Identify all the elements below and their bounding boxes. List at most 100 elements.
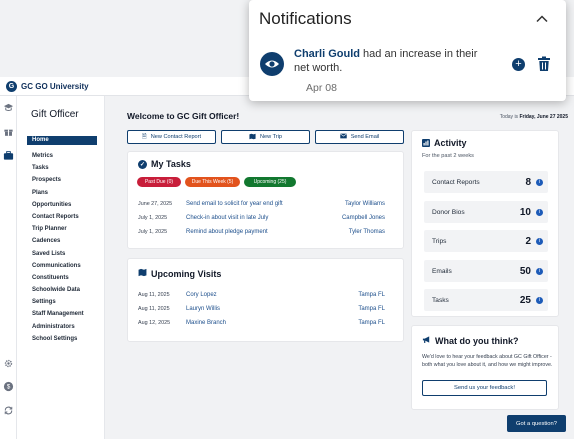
sidebar-item-home[interactable]: Home bbox=[27, 136, 97, 145]
activity-label: Tasks bbox=[432, 296, 449, 304]
info-icon[interactable]: i bbox=[536, 208, 543, 216]
plus-icon[interactable]: + bbox=[512, 58, 525, 71]
visit-name-link[interactable]: Lauryn Willis bbox=[186, 306, 358, 312]
activity-emails[interactable]: Emails 50 i bbox=[424, 260, 548, 282]
upcoming-visits-card: Upcoming Visits Aug 11, 2025 Cory Lopez … bbox=[127, 258, 404, 342]
activity-value: 50 bbox=[519, 265, 531, 277]
info-icon[interactable]: i bbox=[536, 296, 543, 304]
filter-past-due[interactable]: Past Due (0) bbox=[137, 177, 181, 187]
table-row[interactable]: Aug 12, 2025 Maxine Branch Tampa FL bbox=[138, 316, 385, 330]
sidebar-item-saved-lists[interactable]: Saved Lists bbox=[27, 248, 97, 260]
visit-date: Aug 11, 2025 bbox=[138, 292, 170, 298]
sidebar-item-settings[interactable]: Settings bbox=[27, 296, 97, 308]
activity-card: Activity For the past 2 weeks Contact Re… bbox=[411, 130, 559, 317]
filter-due-this-week[interactable]: Due This Week (5) bbox=[185, 177, 240, 187]
svg-text:$: $ bbox=[7, 384, 11, 391]
activity-label: Trips bbox=[432, 237, 447, 245]
settings-icon[interactable] bbox=[3, 358, 14, 369]
gift-icon[interactable] bbox=[3, 126, 14, 137]
chart-icon bbox=[422, 139, 430, 147]
visit-date: Aug 11, 2025 bbox=[138, 306, 170, 312]
info-icon[interactable]: i bbox=[536, 267, 543, 275]
sidebar-item-staff-management[interactable]: Staff Management bbox=[27, 308, 97, 320]
visit-location-link[interactable]: Tampa FL bbox=[358, 306, 385, 312]
new-trip-button[interactable]: New Trip bbox=[221, 130, 310, 144]
sidebar-item-tasks[interactable]: Tasks bbox=[27, 162, 97, 174]
sidebar-item-trip-planner[interactable]: Trip Planner bbox=[27, 223, 97, 235]
today-prefix: Today is bbox=[499, 114, 519, 120]
upcoming-visits-title: Upcoming Visits bbox=[151, 268, 222, 279]
task-link[interactable]: Check-in about visit in late July bbox=[186, 215, 342, 221]
got-a-question-button[interactable]: Got a question? bbox=[507, 415, 566, 432]
chevron-up-icon[interactable] bbox=[535, 12, 549, 26]
dollar-icon[interactable]: $ bbox=[3, 381, 14, 392]
upcoming-visits-header: Upcoming Visits bbox=[138, 268, 221, 279]
today-date: Today is Friday, June 27 2025 bbox=[500, 114, 568, 120]
activity-trips[interactable]: Trips 2 i bbox=[424, 230, 548, 252]
sidebar-item-contact-reports[interactable]: Contact Reports bbox=[27, 211, 97, 223]
activity-label: Donor Bios bbox=[432, 208, 465, 216]
feedback-header: What do you think? bbox=[422, 335, 519, 346]
send-feedback-button[interactable]: Send us your feedback! bbox=[422, 380, 547, 396]
activity-tasks[interactable]: Tasks 25 i bbox=[424, 289, 548, 311]
send-email-label: Send Email bbox=[350, 134, 380, 140]
table-row[interactable]: Aug 11, 2025 Cory Lopez Tampa FL bbox=[138, 288, 385, 302]
sidebar-item-opportunities[interactable]: Opportunities bbox=[27, 199, 97, 211]
table-row[interactable]: July 1, 2025 Check-in about visit in lat… bbox=[138, 211, 385, 225]
notification-date: Apr 08 bbox=[306, 82, 337, 94]
sidebar-item-schoolwide-data[interactable]: Schoolwide Data bbox=[27, 284, 97, 296]
visit-location-link[interactable]: Tampa FL bbox=[358, 292, 385, 298]
activity-title: Activity bbox=[434, 138, 467, 148]
sidebar-item-administrators[interactable]: Administrators bbox=[27, 321, 97, 333]
new-contact-report-button[interactable]: 🗎 New Contact Report bbox=[127, 130, 216, 144]
sidebar-item-constituents[interactable]: Constituents bbox=[27, 272, 97, 284]
icon-rail: $ bbox=[0, 96, 17, 439]
table-row[interactable]: July 1, 2025 Remind about pledge payment… bbox=[138, 225, 385, 239]
today-date-value: Friday, June 27 2025 bbox=[519, 114, 568, 120]
main-content: Welcome to GC Gift Officer! Today is Fri… bbox=[105, 96, 574, 439]
visit-name-link[interactable]: Cory Lopez bbox=[186, 292, 358, 298]
notification-message[interactable]: Charli Gould had an increase in their ne… bbox=[294, 47, 494, 75]
sidebar-item-communications[interactable]: Communications bbox=[27, 260, 97, 272]
activity-header: Activity bbox=[422, 138, 467, 148]
activity-subtitle: For the past 2 weeks bbox=[422, 153, 474, 159]
sidebar-item-plans[interactable]: Plans bbox=[27, 187, 97, 199]
info-icon[interactable]: i bbox=[536, 178, 543, 186]
graduation-cap-icon[interactable] bbox=[3, 102, 14, 113]
sidebar-item-cadences[interactable]: Cadences bbox=[27, 235, 97, 247]
feedback-card: What do you think? We'd love to hear you… bbox=[411, 325, 559, 410]
sidebar-title: Gift Officer bbox=[31, 109, 79, 120]
visit-location-link[interactable]: Tampa FL bbox=[358, 320, 385, 326]
visit-name-link[interactable]: Maxine Branch bbox=[186, 320, 358, 326]
send-email-button[interactable]: Send Email bbox=[315, 130, 404, 144]
task-date: June 27, 2025 bbox=[138, 201, 173, 207]
map-icon bbox=[138, 268, 147, 279]
sidebar-item-prospects[interactable]: Prospects bbox=[27, 174, 97, 186]
activity-contact-reports[interactable]: Contact Reports 8 i bbox=[424, 171, 548, 193]
eye-icon bbox=[260, 52, 284, 76]
task-date: July 1, 2025 bbox=[138, 215, 168, 221]
my-tasks-header: ✓ My Tasks bbox=[138, 159, 191, 169]
briefcase-icon[interactable] bbox=[3, 150, 14, 161]
info-icon[interactable]: i bbox=[536, 237, 543, 245]
task-constituent-link[interactable]: Taylor Williams bbox=[345, 201, 385, 207]
sidebar-item-metrics[interactable]: Metrics bbox=[27, 150, 97, 162]
activity-donor-bios[interactable]: Donor Bios 10 i bbox=[424, 201, 548, 223]
task-constituent-link[interactable]: Campbell Jones bbox=[342, 215, 385, 221]
task-link[interactable]: Remind about pledge payment bbox=[186, 229, 349, 235]
trash-icon[interactable] bbox=[537, 56, 551, 72]
activity-value: 10 bbox=[519, 206, 531, 218]
activity-label: Emails bbox=[432, 267, 452, 275]
task-constituent-link[interactable]: Tyler Thomas bbox=[349, 229, 385, 235]
sidebar-item-school-settings[interactable]: School Settings bbox=[27, 333, 97, 345]
filter-upcoming[interactable]: Upcoming (25) bbox=[244, 177, 296, 187]
table-row[interactable]: June 27, 2025 Send email to solicit for … bbox=[138, 197, 385, 211]
activity-value: 25 bbox=[519, 294, 531, 306]
sync-icon[interactable] bbox=[3, 405, 14, 416]
page-title: Welcome to GC Gift Officer! bbox=[127, 111, 240, 121]
notification-name[interactable]: Charli Gould bbox=[294, 48, 360, 60]
table-row[interactable]: Aug 11, 2025 Lauryn Willis Tampa FL bbox=[138, 302, 385, 316]
my-tasks-title: My Tasks bbox=[151, 159, 191, 169]
task-link[interactable]: Send email to solicit for year end gift bbox=[186, 201, 345, 207]
activity-value: 2 bbox=[525, 235, 531, 247]
